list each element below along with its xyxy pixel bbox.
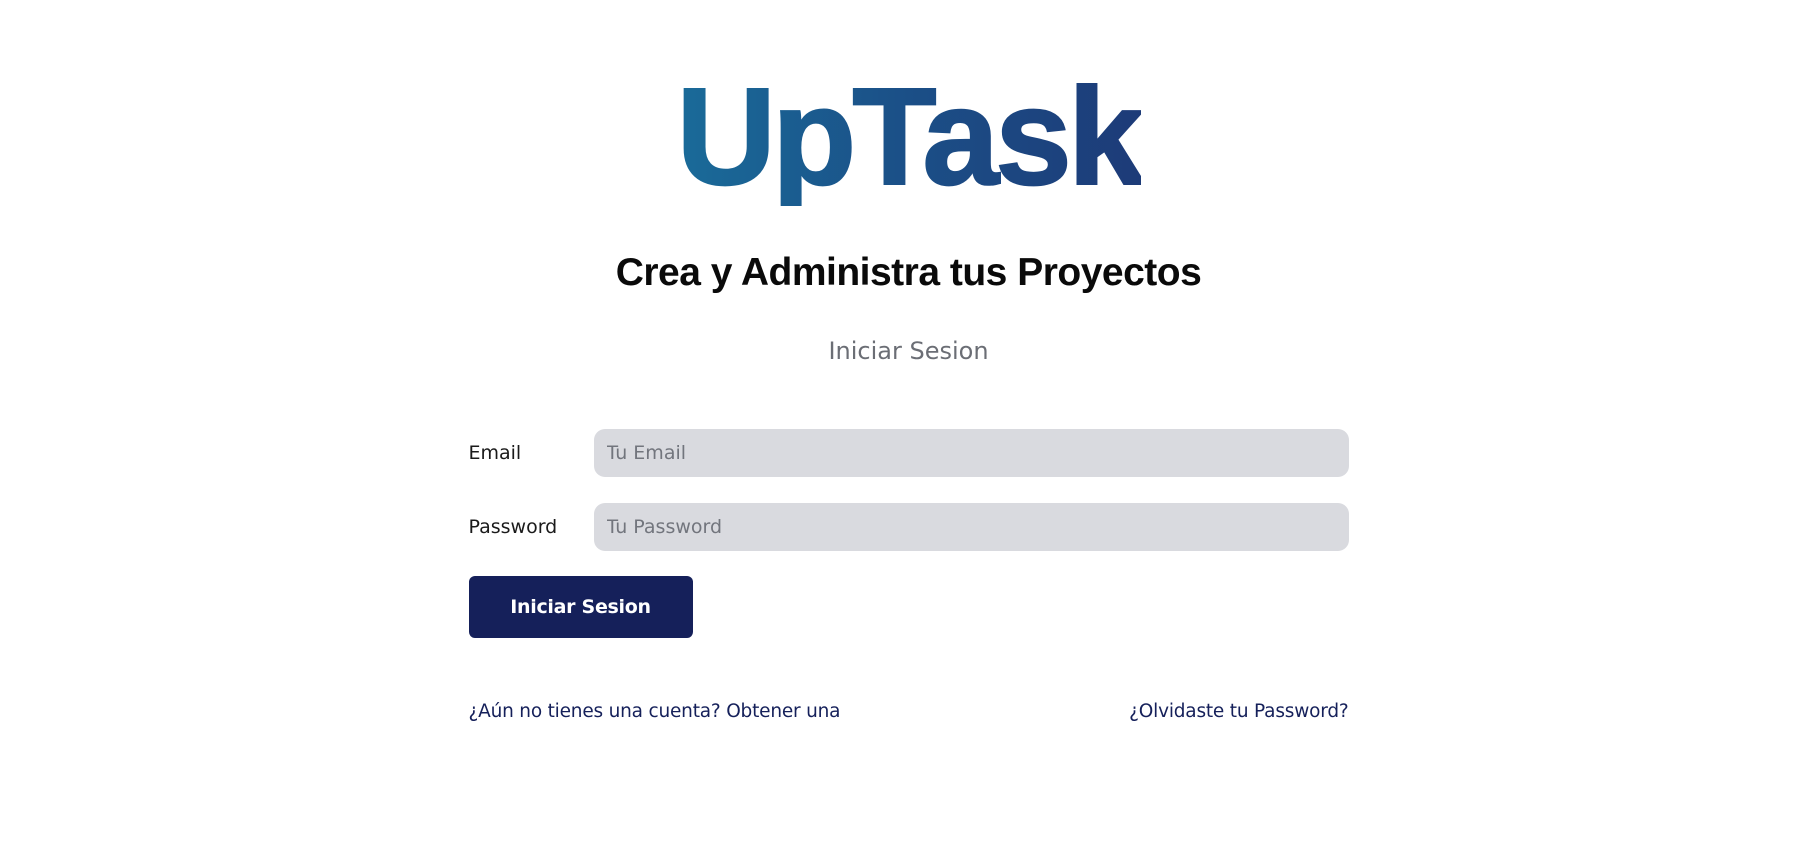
email-label: Email	[468, 442, 522, 464]
email-field-row: Email	[469, 429, 1349, 477]
password-input[interactable]	[593, 503, 1349, 551]
login-button[interactable]: Iniciar Sesion	[468, 576, 693, 638]
login-page: UpTask Crea y Administra tus Proyectos I…	[468, 0, 1349, 722]
password-label: Password	[468, 516, 558, 538]
auth-links: ¿Aún no tienes una cuenta? Obtener una ¿…	[469, 701, 1349, 722]
password-field-row: Password	[469, 503, 1349, 551]
tagline: Crea y Administra tus Proyectos	[615, 251, 1202, 294]
login-form: Email Password Iniciar Sesion	[468, 429, 1349, 638]
forgot-password-link[interactable]: ¿Olvidaste tu Password?	[1129, 701, 1349, 722]
email-input[interactable]	[593, 429, 1349, 477]
page-subtitle: Iniciar Sesion	[828, 337, 989, 365]
register-link[interactable]: ¿Aún no tienes una cuenta? Obtener una	[469, 701, 841, 722]
app-logo: UpTask	[675, 60, 1145, 214]
